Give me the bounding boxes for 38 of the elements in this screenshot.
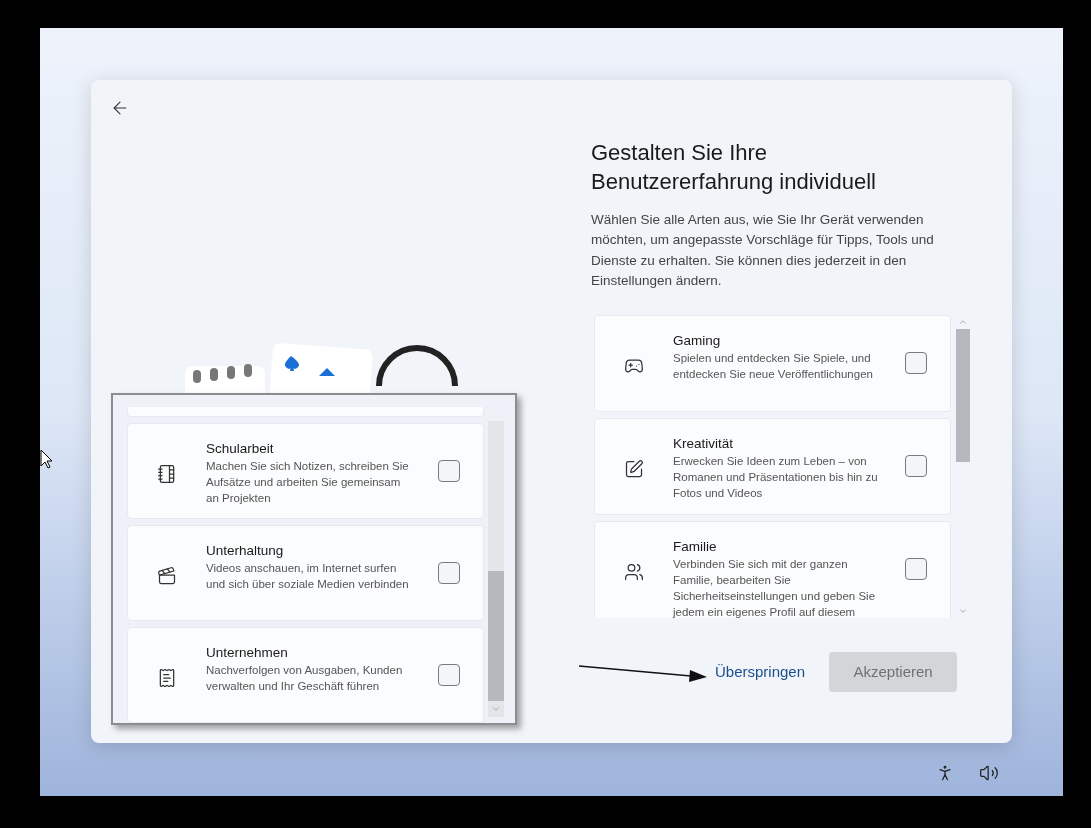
option-description: Machen Sie sich Notizen, schreiben Sie Aufsätze und arbeiten Sie gemeinsam an Projekten	[206, 459, 410, 506]
pen-square-icon	[624, 459, 644, 480]
people-icon	[624, 562, 644, 583]
mouse-cursor-icon	[40, 449, 54, 469]
option-title: Schularbeit	[206, 440, 275, 458]
option-description: Verbinden Sie sich mit der ganzen Familie, bearbeiten Sie Sicherheitseinstellungen und geben Sie jedem ein eigenes Profil auf diesem	[673, 557, 877, 619]
dialog-description: Wählen Sie alle Arten aus, wie Sie Ihr Gerät verwenden möchten, um angepasste Vorschläge für Tipps, Tools und Dienste zu erhalten. Sie können dies jederzeit in den Einstellungen ändern.	[591, 211, 935, 290]
dialog-heading: Gestalten Sie Ihre Benutzererfahrung individuell	[591, 139, 877, 196]
clapperboard-icon	[157, 566, 177, 586]
receipt-icon	[157, 668, 177, 688]
option-title: Gaming	[673, 332, 722, 351]
scrollbar-thumb[interactable]	[488, 571, 504, 701]
checkbox[interactable]	[904, 558, 927, 581]
checkbox[interactable]	[904, 352, 927, 375]
option-title: Kreativität	[673, 435, 735, 454]
option-title: Unterhaltung	[206, 542, 285, 560]
checkbox[interactable]	[437, 460, 460, 482]
checkbox[interactable]	[437, 664, 460, 686]
skip-link[interactable]: Überspringen	[715, 660, 806, 684]
option-card[interactable]: Gaming Spielen und entdecken Sie Spiele, und entdecken Sie neue Veröffentlichungen	[594, 315, 951, 413]
notebook-icon	[157, 464, 177, 484]
volume-icon[interactable]	[979, 763, 999, 783]
scroll-down-icon	[491, 704, 501, 714]
option-title: Unternehmen	[206, 644, 289, 662]
option-description: Spielen und entdecken Sie Spiele, und entdecken Sie neue Veröffentlichungen	[673, 351, 874, 383]
option-card[interactable]: Schularbeit Machen Sie sich Notizen, schreiben Sie Aufsätze und arbeiten Sie gemeinsam an Projekten	[127, 423, 484, 519]
scrollbar-thumb[interactable]	[955, 329, 970, 463]
option-card[interactable]: Kreativität Erwecken Sie Ideen zum Leben – von Romanen und Präsentationen bis hin zu Fotos und Videos	[594, 418, 951, 516]
option-description: Erwecken Sie Ideen zum Leben – von Romanen und Präsentationen bis hin zu Fotos und Videos	[673, 454, 879, 502]
option-title: Familie	[673, 538, 718, 557]
option-description: Nachverfolgen von Ausgaben, Kunden verwalten und Ihr Geschäft führen	[206, 663, 404, 694]
option-card[interactable]: Unternehmen Nachverfolgen von Ausgaben, Kunden verwalten und Ihr Geschäft führen	[127, 627, 484, 723]
option-card[interactable]: Familie Verbinden Sie sich mit der ganzen Familie, bearbeiten Sie Sicherheitseinstellungen und geben Sie jedem ein eigenes Profil auf diesem	[594, 521, 951, 619]
checkbox[interactable]	[437, 562, 460, 584]
scrollbar[interactable]	[488, 421, 504, 717]
option-description: Videos anschauen, im Internet surfen und sich über soziale Medien verbinden	[206, 561, 410, 592]
option-card[interactable]: Unterhaltung Videos anschauen, im Internet surfen und sich über soziale Medien verbinden	[127, 525, 484, 621]
checkbox[interactable]	[904, 455, 927, 478]
